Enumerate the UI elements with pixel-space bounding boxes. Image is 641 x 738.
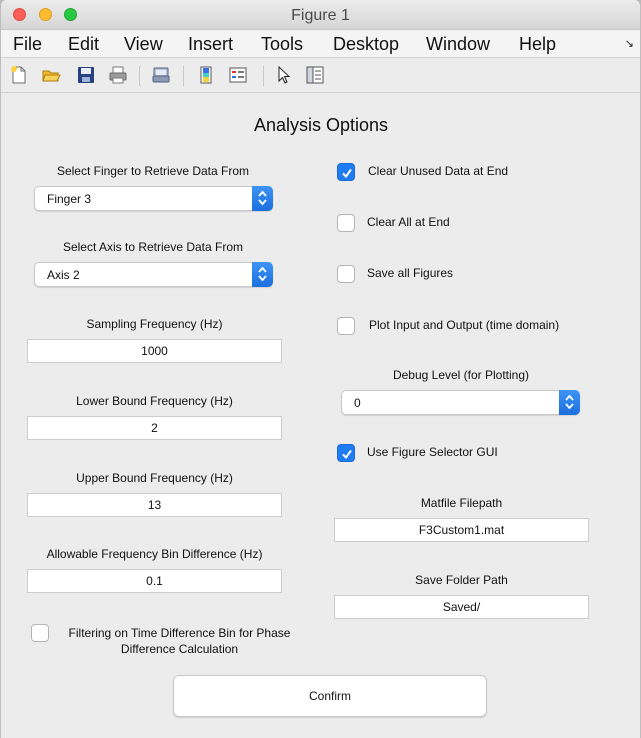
- clear-unused-checkbox[interactable]: [337, 163, 355, 181]
- filtering-label-line1: Filtering on Time Difference Bin for Pha…: [68, 626, 291, 640]
- axis-select-value: Axis 2: [47, 268, 80, 282]
- legend-icon[interactable]: [228, 65, 248, 85]
- plot-io-checkbox[interactable]: [337, 317, 355, 335]
- plot-io-label: Plot Input and Output (time domain): [369, 318, 560, 332]
- menu-view[interactable]: View: [124, 34, 163, 55]
- matfile-field[interactable]: F3Custom1.mat: [334, 518, 589, 542]
- pointer-icon[interactable]: [274, 65, 294, 85]
- figure-selector-checkbox[interactable]: [337, 444, 355, 462]
- menu-insert[interactable]: Insert: [188, 34, 233, 55]
- toolbar-separator: [263, 66, 264, 86]
- axis-select[interactable]: Axis 2: [34, 262, 273, 287]
- debug-level-select[interactable]: 0: [341, 390, 580, 415]
- lower-bound-field[interactable]: 2: [27, 416, 282, 440]
- bin-difference-field[interactable]: 0.1: [27, 569, 282, 593]
- save-figures-label: Save all Figures: [367, 266, 454, 280]
- clear-all-checkbox[interactable]: [337, 214, 355, 232]
- page-title: Analysis Options: [253, 115, 389, 135]
- figure-window: Figure 1 File Edit View Insert Tools Des…: [0, 0, 641, 738]
- checkmark-icon: [342, 168, 352, 179]
- menu-bar: File Edit View Insert Tools Desktop Wind…: [1, 30, 640, 58]
- menu-tools[interactable]: Tools: [261, 34, 303, 55]
- save-icon[interactable]: [76, 65, 96, 85]
- chevron-updown-icon[interactable]: [252, 262, 273, 287]
- property-editor-icon[interactable]: [305, 65, 325, 85]
- upper-bound-label: Upper Bound Frequency (Hz): [76, 471, 233, 485]
- debug-level-label: Debug Level (for Plotting): [392, 368, 530, 382]
- filtering-label: Filtering on Time Difference Bin for Pha…: [57, 625, 302, 657]
- axis-label: Select Axis to Retrieve Data From: [62, 240, 244, 254]
- toolbar-separator: [183, 66, 184, 86]
- confirm-button[interactable]: Confirm: [173, 675, 487, 717]
- sampling-frequency-field[interactable]: 1000: [27, 339, 282, 363]
- filtering-label-line2: Difference Calculation: [120, 642, 239, 656]
- menu-desktop[interactable]: Desktop: [333, 34, 399, 55]
- toolbar-separator: [139, 66, 140, 86]
- clear-unused-label: Clear Unused Data at End: [368, 164, 509, 178]
- toolbar: [1, 58, 640, 93]
- print-preview-icon[interactable]: [151, 65, 171, 85]
- menu-window[interactable]: Window: [426, 34, 490, 55]
- dock-arrow-icon[interactable]: ↘: [625, 37, 634, 50]
- matfile-label: Matfile Filepath: [420, 496, 503, 510]
- chevron-updown-icon[interactable]: [252, 186, 273, 211]
- filtering-checkbox[interactable]: [31, 624, 49, 642]
- sampling-label: Sampling Frequency (Hz): [86, 317, 223, 331]
- bin-difference-label: Allowable Frequency Bin Difference (Hz): [46, 547, 263, 561]
- open-folder-icon[interactable]: [41, 65, 61, 85]
- chevron-updown-icon[interactable]: [559, 390, 580, 415]
- lower-bound-label: Lower Bound Frequency (Hz): [76, 394, 233, 408]
- menu-file[interactable]: File: [13, 34, 42, 55]
- finger-select[interactable]: Finger 3: [34, 186, 273, 211]
- print-icon[interactable]: [108, 65, 128, 85]
- finger-select-value: Finger 3: [47, 192, 92, 206]
- clear-all-label: Clear All at End: [367, 215, 450, 229]
- new-file-icon[interactable]: [9, 65, 29, 85]
- save-folder-label: Save Folder Path: [415, 573, 508, 587]
- debug-level-value: 0: [354, 396, 361, 410]
- upper-bound-field[interactable]: 13: [27, 493, 282, 517]
- figure-selector-label: Use Figure Selector GUI: [367, 445, 498, 459]
- save-folder-field[interactable]: Saved/: [334, 595, 589, 619]
- menu-help[interactable]: Help: [519, 34, 556, 55]
- finger-label: Select Finger to Retrieve Data From: [56, 164, 250, 178]
- window-title: Figure 1: [291, 7, 350, 24]
- menu-edit[interactable]: Edit: [68, 34, 99, 55]
- title-bar: Figure 1: [1, 0, 640, 30]
- save-figures-checkbox[interactable]: [337, 265, 355, 283]
- checkmark-icon: [342, 449, 352, 460]
- colorbar-icon[interactable]: [196, 65, 216, 85]
